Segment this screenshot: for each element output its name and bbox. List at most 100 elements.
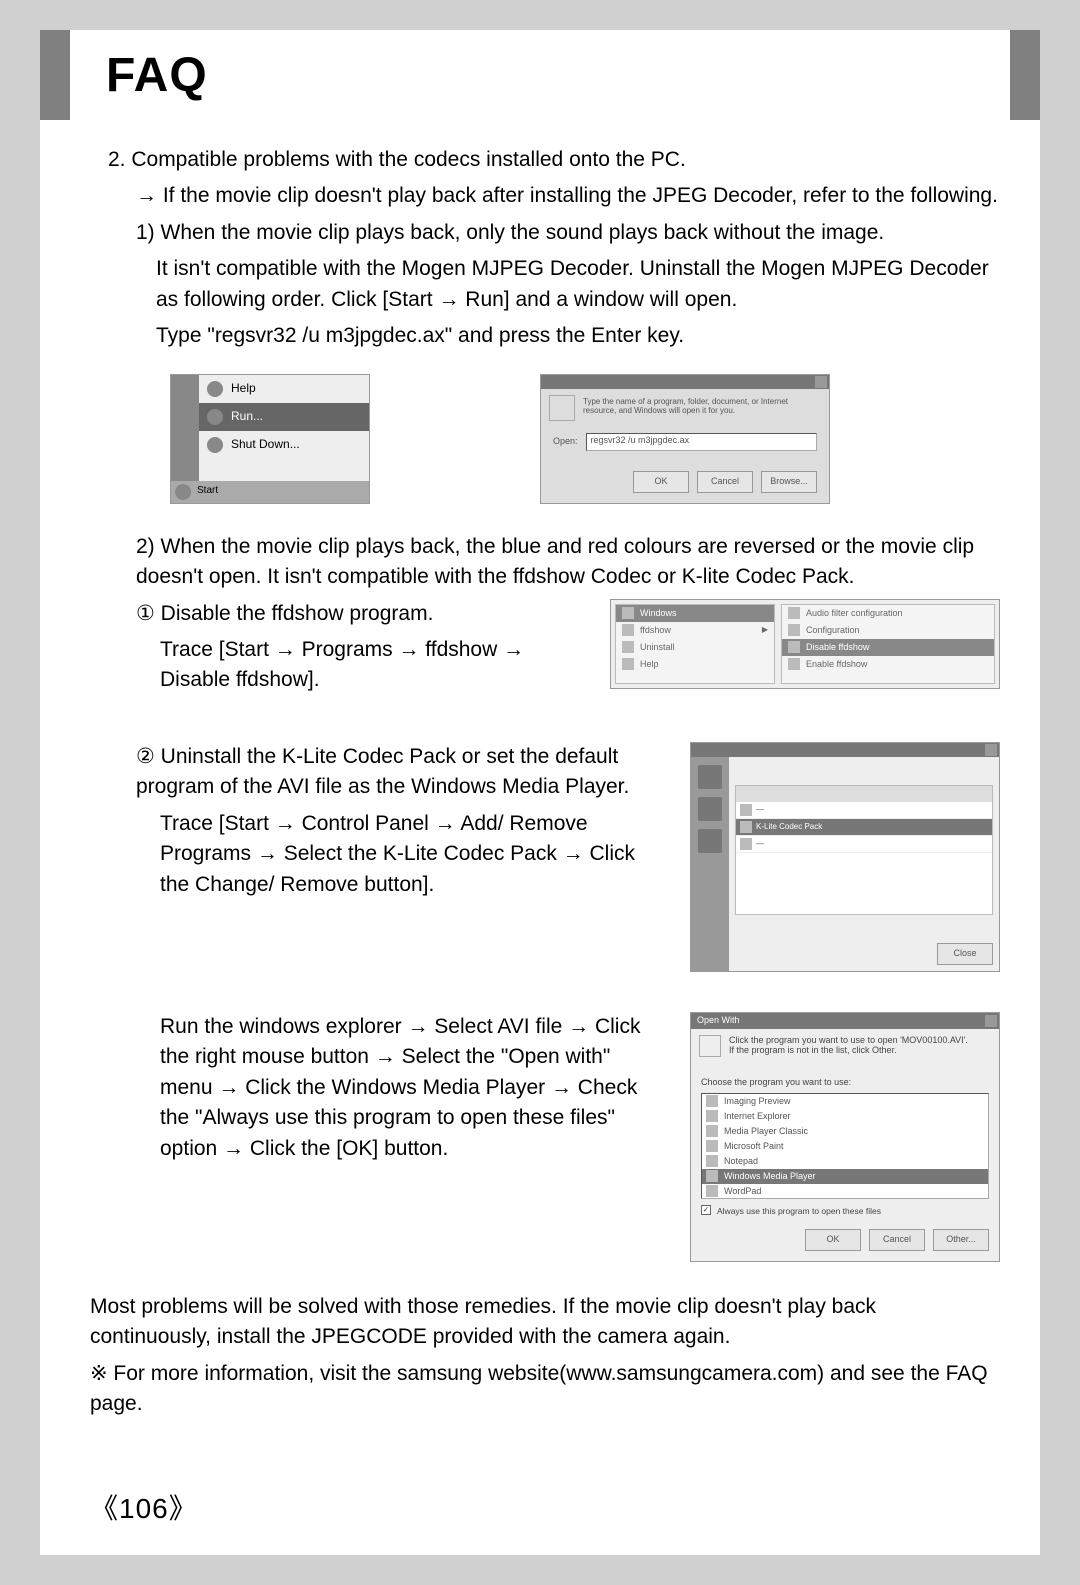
note-paragraph: ※ For more information, visit the samsun…: [90, 1359, 1000, 1420]
screenshot-start-menu: Help Run... Shut Down... Start: [170, 374, 370, 504]
ar-sidebar: [691, 757, 729, 971]
circ1-a: ① Disable the ffdshow program.: [136, 599, 580, 629]
circ2-a: ② Uninstall the K-Lite Codec Pack or set…: [136, 742, 660, 803]
ffd-right-item-1[interactable]: Configuration: [782, 622, 994, 639]
item-2-1-b: It isn't compatible with the Mogen MJPEG…: [156, 254, 1000, 315]
windows-sidebar-strip: [171, 375, 199, 495]
ow-item-4[interactable]: Notepad: [702, 1154, 988, 1169]
ffd-left-item-1[interactable]: Uninstall: [616, 639, 774, 656]
shutdown-icon: [207, 437, 223, 453]
close-icon[interactable]: [985, 1015, 997, 1027]
package-icon: [740, 838, 752, 850]
screenshot-open-with: Open With Click the program you want to …: [690, 1012, 1000, 1262]
checkbox-icon[interactable]: ✓: [701, 1205, 711, 1215]
ar-close-button[interactable]: Close: [937, 943, 993, 965]
config-icon: [788, 607, 800, 619]
program-icon: [622, 641, 634, 653]
app-icon: [706, 1110, 718, 1122]
openwith-doc-icon: [699, 1035, 721, 1057]
circ2-b: Trace [Start → Control Panel → Add/ Remo…: [160, 809, 660, 900]
item-2-2-a: 2) When the movie clip plays back, the b…: [136, 532, 1000, 593]
note-text: ※ For more information, visit the samsun…: [90, 1362, 988, 1415]
ffd-left-header: Windows: [616, 605, 774, 622]
program-icon: [622, 658, 634, 670]
help-icon: [207, 381, 223, 397]
ar-list: — K-Lite Codec Pack —: [735, 785, 993, 915]
menu-run[interactable]: Run...: [199, 403, 369, 431]
app-icon: [706, 1155, 718, 1167]
page-number: 《106》: [90, 1487, 198, 1527]
run-logo-icon: [549, 395, 575, 421]
ow-titlebar: Open With: [691, 1013, 999, 1029]
app-icon: [706, 1140, 718, 1152]
ffd-right-item-3[interactable]: Enable ffdshow: [782, 656, 994, 673]
circ2-c: Run the windows explorer → Select AVI fi…: [160, 1012, 660, 1164]
ar-side-btn-3[interactable]: [698, 829, 722, 853]
run-description: Type the name of a program, folder, docu…: [583, 397, 821, 415]
ow-item-1[interactable]: Internet Explorer: [702, 1109, 988, 1124]
ar-list-row-selected[interactable]: K-Lite Codec Pack: [736, 819, 992, 836]
config-icon: [788, 624, 800, 636]
taskbar[interactable]: Start: [171, 481, 369, 503]
ow-item-0[interactable]: Imaging Preview: [702, 1094, 988, 1109]
screenshot-run-dialog: Type the name of a program, folder, docu…: [540, 374, 830, 504]
ffd-left-item-0[interactable]: ffdshow▶: [616, 622, 774, 639]
ar-side-btn-2[interactable]: [698, 797, 722, 821]
ow-listbox[interactable]: Imaging Preview Internet Explorer Media …: [701, 1093, 989, 1199]
enable-icon: [788, 658, 800, 670]
ow-other-button[interactable]: Other...: [933, 1229, 989, 1251]
run-input[interactable]: regsvr32 /u m3jpgdec.ax: [586, 433, 817, 451]
ow-item-2[interactable]: Media Player Classic: [702, 1124, 988, 1139]
close-icon[interactable]: [985, 744, 997, 756]
close-icon[interactable]: [815, 376, 827, 388]
header-title-box: FAQ: [70, 30, 1010, 120]
chevron-right-icon: ▶: [762, 624, 768, 636]
item-2: 2. Compatible problems with the codecs i…: [108, 145, 1000, 175]
package-icon: [740, 821, 752, 833]
ow-desc1: Click the program you want to use to ope…: [729, 1035, 989, 1045]
ow-checkbox-row[interactable]: ✓ Always use this program to open these …: [701, 1205, 989, 1217]
ar-side-btn-1[interactable]: [698, 765, 722, 789]
item-2-1-a: 1) When the movie clip plays back, only …: [136, 218, 1000, 248]
ar-titlebar: [691, 743, 999, 757]
ffd-left-item-2[interactable]: Help: [616, 656, 774, 673]
app-icon: [706, 1170, 718, 1182]
app-icon: [706, 1125, 718, 1137]
circ1-b: Trace [Start → Programs → ffdshow → Disa…: [160, 635, 580, 696]
menu-help[interactable]: Help: [199, 375, 369, 403]
item-2-1-c: Type "regsvr32 /u m3jpgdec.ax" and press…: [156, 321, 1000, 351]
run-cancel-button[interactable]: Cancel: [697, 471, 753, 493]
run-titlebar: [541, 375, 829, 389]
ar-list-row[interactable]: —: [736, 836, 992, 853]
ffd-right-item-2[interactable]: Disable ffdshow: [782, 639, 994, 656]
header-bar: FAQ: [40, 30, 1040, 120]
ow-label: Choose the program you want to use:: [701, 1076, 989, 1089]
ar-list-header: [736, 786, 992, 802]
app-icon: [706, 1095, 718, 1107]
run-ok-button[interactable]: OK: [633, 471, 689, 493]
page: FAQ 2. Compatible problems with the code…: [40, 30, 1040, 1555]
open-label: Open:: [553, 435, 578, 448]
app-icon: [706, 1185, 718, 1197]
page-title: FAQ: [106, 48, 208, 103]
ow-ok-button[interactable]: OK: [805, 1229, 861, 1251]
ow-cancel-button[interactable]: Cancel: [869, 1229, 925, 1251]
run-icon: [207, 409, 223, 425]
content: 2. Compatible problems with the codecs i…: [90, 145, 1000, 1426]
start-icon: [175, 484, 191, 500]
final-paragraph: Most problems will be solved with those …: [90, 1292, 1000, 1353]
menu-shutdown[interactable]: Shut Down...: [199, 431, 369, 459]
ow-desc2: If the program is not in the list, click…: [729, 1045, 989, 1055]
ow-item-6[interactable]: WordPad: [702, 1184, 988, 1199]
run-browse-button[interactable]: Browse...: [761, 471, 817, 493]
ffd-right-item-0[interactable]: Audio filter configuration: [782, 605, 994, 622]
ar-list-row[interactable]: —: [736, 802, 992, 819]
folder-icon: [622, 607, 634, 619]
screenshot-ffdshow-menu: Windows ffdshow▶ Uninstall Help Audio fi…: [610, 599, 1000, 689]
image-row-1: Help Run... Shut Down... Start Type the …: [170, 374, 1000, 504]
package-icon: [740, 804, 752, 816]
ow-item-5[interactable]: Windows Media Player: [702, 1169, 988, 1184]
item-2-arrow: → If the movie clip doesn't play back af…: [136, 181, 1000, 211]
program-icon: [622, 624, 634, 636]
ow-item-3[interactable]: Microsoft Paint: [702, 1139, 988, 1154]
